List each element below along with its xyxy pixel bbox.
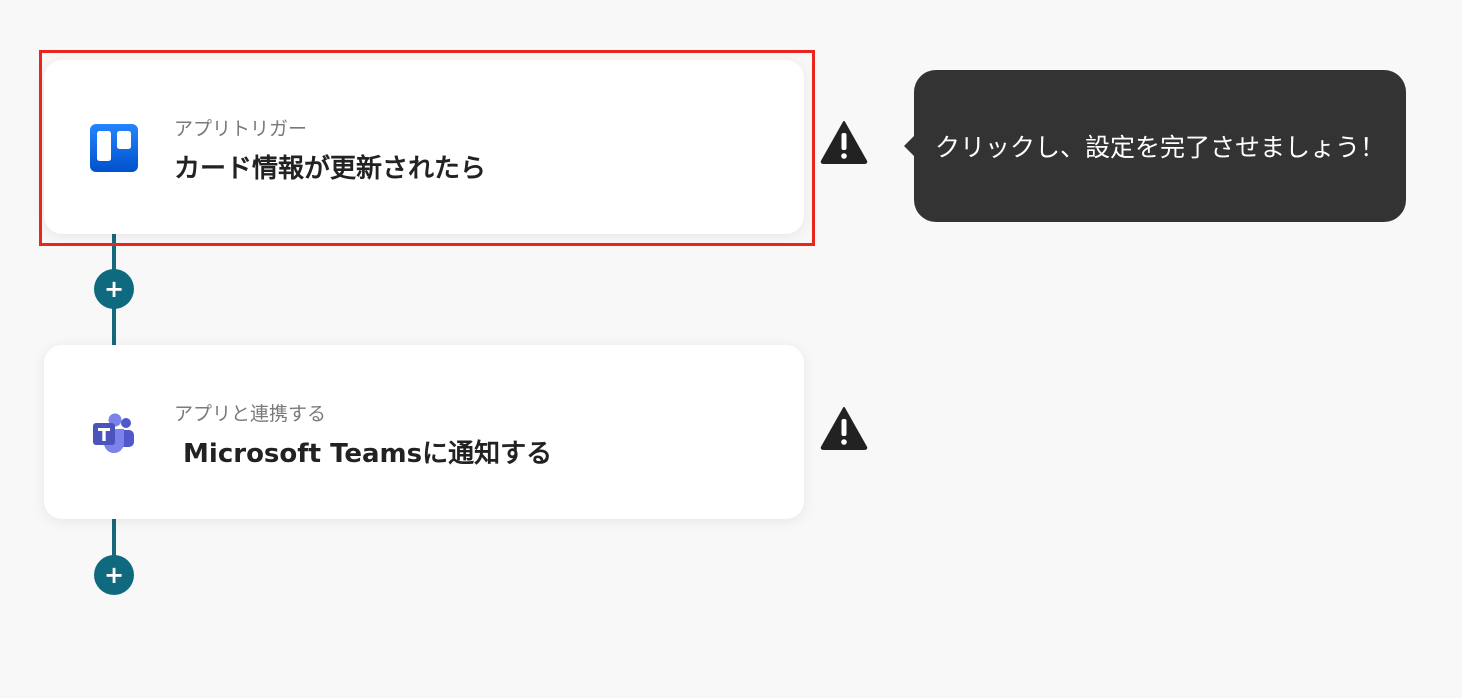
flow-connector-bottom	[112, 518, 116, 558]
highlight-frame	[39, 50, 815, 246]
add-step-button[interactable]: +	[94, 555, 134, 595]
flow-step-action-card[interactable]: アプリと連携する Microsoft Teamsに通知する	[44, 345, 804, 519]
step-subtitle: アプリと連携する	[174, 403, 327, 425]
warning-icon[interactable]	[820, 406, 868, 450]
setup-tooltip: クリックし、設定を完了させましょう！	[904, 70, 1406, 222]
microsoft-teams-icon	[90, 409, 138, 457]
tooltip-text: クリックし、設定を完了させましょう！	[934, 133, 1385, 162]
step-title: Microsoft Teamsに通知する	[174, 439, 553, 469]
warning-icon[interactable]	[820, 120, 868, 164]
add-step-button[interactable]: +	[94, 269, 134, 309]
